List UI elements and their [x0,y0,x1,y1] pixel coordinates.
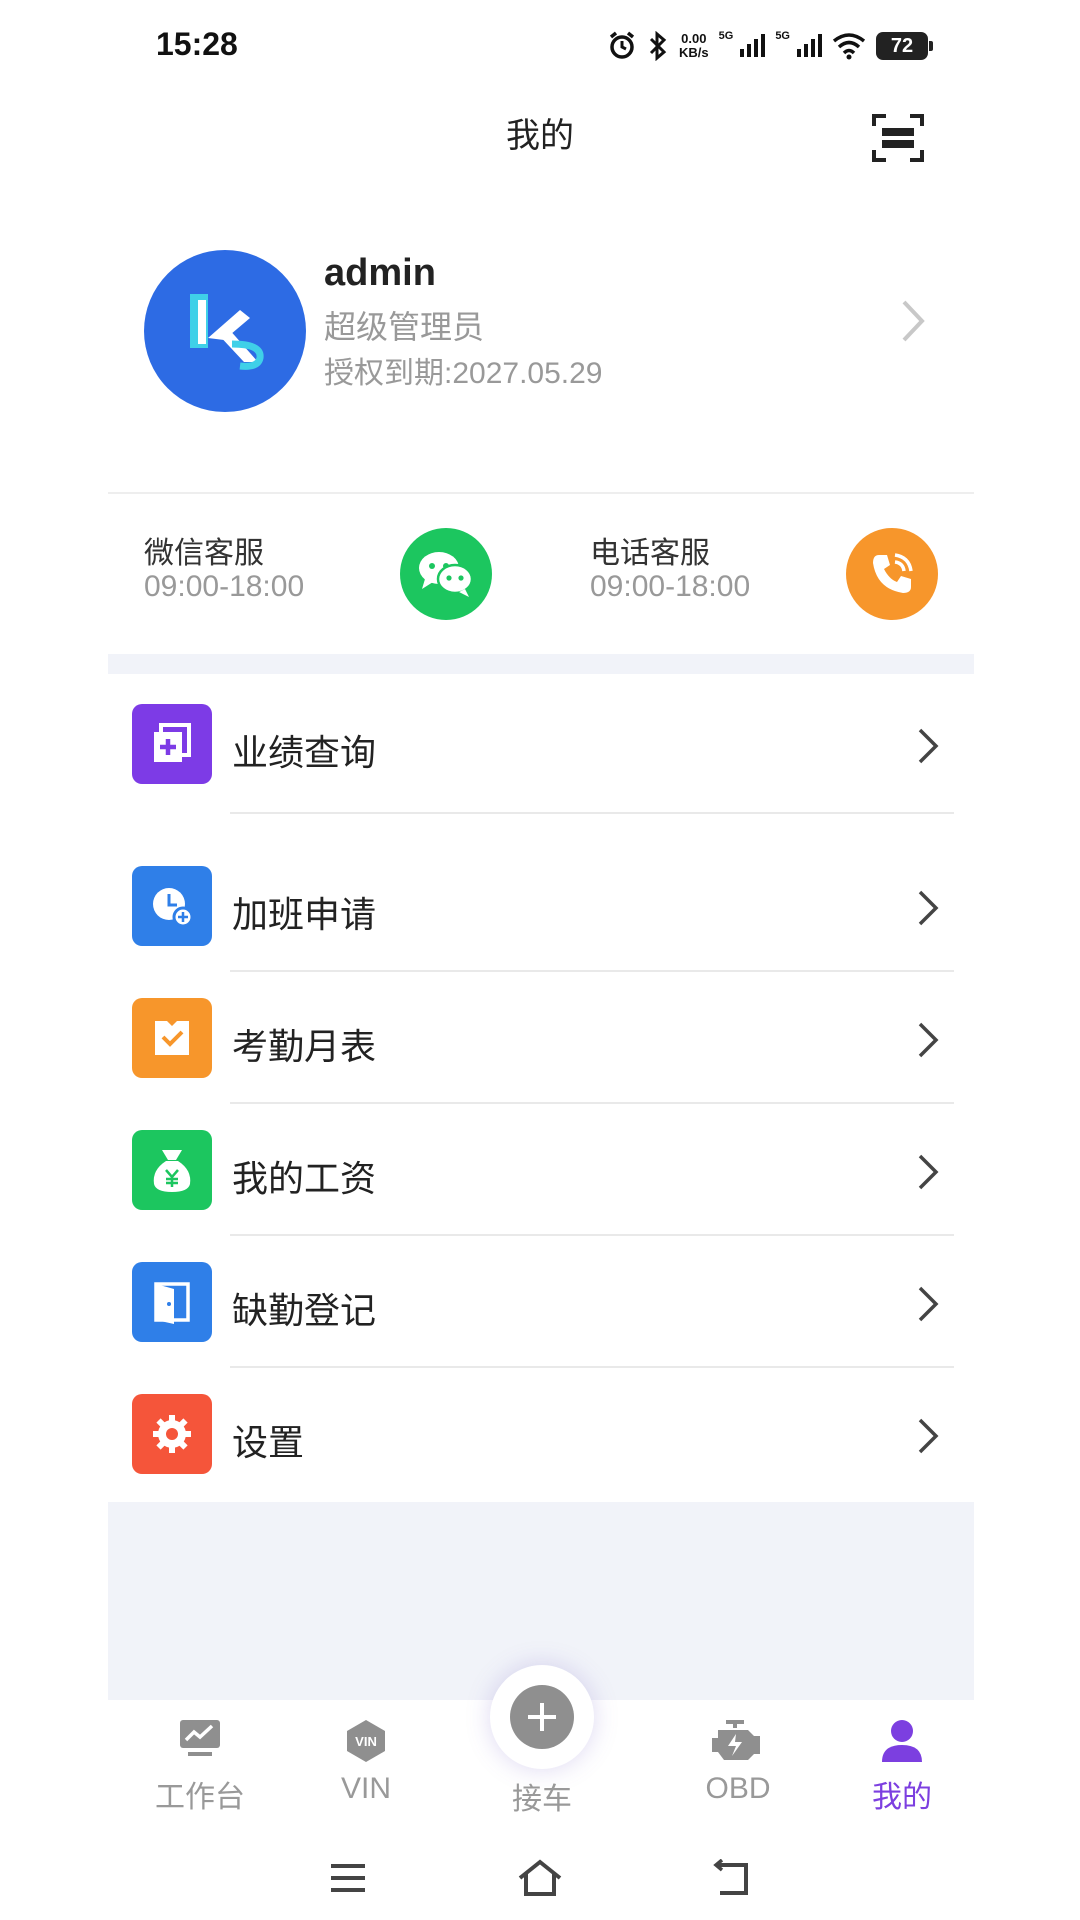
door-icon [132,1262,212,1342]
signal-icon [740,34,766,57]
app-logo-icon [190,294,264,370]
phone-service-hours: 09:00-18:00 [590,570,751,603]
overtime-clock-icon [132,866,212,946]
menu-item-salary[interactable]: 我的工资 [108,1104,974,1236]
battery-icon: 72 [876,32,933,60]
tab-vin[interactable]: VIN VIN [296,1700,436,1830]
profile-name: admin [324,252,436,294]
menu-item-absence[interactable]: 缺勤登记 [108,1236,974,1368]
tab-obd[interactable]: OBD [668,1700,808,1830]
chevron-right-icon [918,1286,939,1322]
gear-icon [132,1394,212,1474]
dashboard-icon [180,1720,220,1756]
chevron-right-icon [918,1022,939,1058]
attendance-icon [132,998,212,1078]
svg-text:VIN: VIN [355,1734,377,1749]
chevron-right-icon [918,1154,939,1190]
plus-icon [510,1685,574,1749]
wechat-service-hours: 09:00-18:00 [144,570,305,603]
chevron-right-icon [918,1418,939,1454]
user-icon [882,1720,922,1762]
menu-item-label: 设置 [232,1422,305,1463]
phone-service[interactable]: 电话客服 09:00-18:00 [590,500,950,650]
phone-icon [873,553,913,593]
status-bar: 15:28 0.00 KB/s 5G 5G 72 [0,0,1080,90]
profile-role: 超级管理员 [324,309,485,345]
tab-label: VIN [340,1772,391,1805]
tab-mine[interactable]: 我的 [832,1700,972,1830]
wechat-icon [419,552,474,597]
menu-item-label: 加班申请 [232,894,377,935]
hamburger-icon [331,1864,365,1892]
alarm-icon [609,31,635,59]
divider [230,812,954,814]
section-gap [108,654,974,674]
tab-label: 工作台 [155,1781,245,1814]
avatar [144,250,306,412]
engine-icon [712,1720,760,1760]
vin-icon: VIN [347,1720,385,1762]
performance-icon [132,704,212,784]
menu-button[interactable] [318,1848,378,1908]
system-nav-bar [0,1840,1080,1920]
status-icons: 0.00 KB/s 5G 5G 72 [607,24,933,68]
back-button[interactable] [702,1848,762,1908]
menu-item-label: 考勤月表 [232,1026,377,1067]
menu-item-label: 缺勤登记 [232,1290,377,1331]
back-icon [713,1859,748,1895]
signal-icon [797,34,822,57]
menu-item-settings[interactable]: 设置 [108,1368,974,1500]
menu-item-attendance[interactable]: 考勤月表 [108,972,974,1104]
wechat-service[interactable]: 微信客服 09:00-18:00 [144,500,504,650]
home-button[interactable] [510,1848,570,1908]
wechat-button[interactable] [400,528,492,620]
wifi-icon [832,33,866,60]
tab-pickup-car[interactable] [490,1665,594,1769]
menu-item-label: 我的工资 [232,1158,377,1199]
bluetooth-icon [649,31,667,61]
wechat-service-title: 微信客服 [144,537,264,570]
scan-button[interactable] [870,110,926,166]
chevron-right-icon [918,728,939,764]
net-speed: 0.00 KB/s [679,31,709,60]
menu-item-label: 业绩查询 [232,732,377,773]
license-expiry: 授权到期:2027.05.29 [324,357,603,390]
money-bag-icon [132,1130,212,1210]
phone-button[interactable] [846,528,938,620]
scan-icon [872,114,924,162]
tab-label: OBD [705,1772,771,1805]
menu-item-performance[interactable]: 业绩查询 [108,678,974,814]
tab-label: 我的 [872,1781,932,1814]
menu-item-overtime[interactable]: 加班申请 [108,840,974,972]
profile-card[interactable]: admin 超级管理员 授权到期:2027.05.29 [108,230,974,490]
signal-label: 5G [718,30,734,42]
signal-label: 5G [775,30,790,42]
chevron-right-icon [902,300,925,342]
home-icon [518,1859,562,1896]
phone-service-title: 电话客服 [590,537,710,570]
divider [108,492,974,494]
status-time: 15:28 [156,26,238,62]
chevron-right-icon [918,890,939,926]
tab-workbench[interactable]: 工作台 [130,1700,270,1830]
tab-label: 接车 [512,1783,572,1816]
